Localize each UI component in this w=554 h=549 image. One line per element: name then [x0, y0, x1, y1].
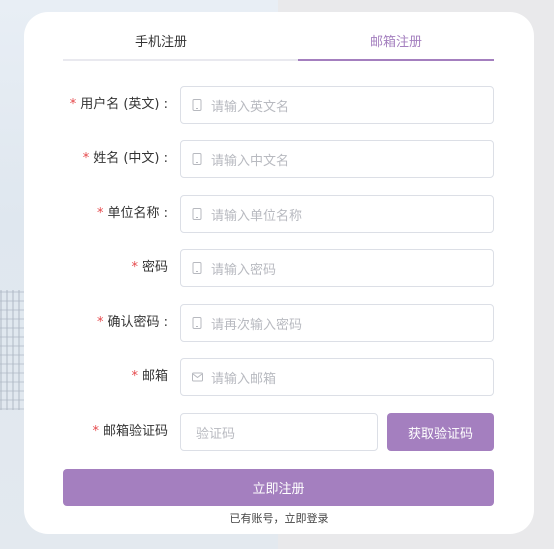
field-label-email-code: * 邮箱验证码 — [92, 424, 168, 439]
email-placeholder: 请输入邮箱 — [211, 371, 277, 387]
password-placeholder: 请输入密码 — [211, 262, 277, 278]
tab-phone-register[interactable]: 手机注册 — [63, 30, 259, 62]
tab-email-register[interactable]: 邮箱注册 — [298, 30, 494, 62]
password-input[interactable]: 请输入密码 — [180, 249, 494, 287]
phone-icon — [192, 153, 203, 165]
field-label-email: * 邮箱 — [131, 369, 168, 384]
field-label-password: * 密码 — [131, 260, 168, 275]
chinese-name-input[interactable]: 请输入中文名 — [180, 140, 494, 178]
field-label-confirm-password: * 确认密码 : — [96, 315, 168, 330]
field-label-organization: * 单位名称 : — [96, 206, 168, 221]
email-code-input[interactable]: 验证码 — [180, 413, 378, 451]
form-row-email: * 邮箱 请输入邮箱 — [24, 358, 534, 396]
phone-icon — [192, 99, 203, 111]
form-row-confirm-password: * 确认密码 : 请再次输入密码 — [24, 304, 534, 342]
form-row-password: * 密码 请输入密码 — [24, 249, 534, 287]
field-label-username: * 用户名 (英文) : — [69, 97, 168, 112]
form-row-chinese-name: * 姓名 (中文) : 请输入中文名 — [24, 140, 534, 178]
get-code-button[interactable]: 获取验证码 — [387, 413, 494, 451]
form-row-email-code: * 邮箱验证码 验证码 获取验证码 — [24, 413, 534, 451]
mail-icon — [192, 371, 203, 383]
organization-input[interactable]: 请输入单位名称 — [180, 195, 494, 233]
phone-icon — [192, 208, 203, 220]
organization-placeholder: 请输入单位名称 — [211, 208, 303, 224]
phone-icon — [192, 262, 203, 274]
required-mark: * — [69, 97, 77, 112]
chinese-name-placeholder: 请输入中文名 — [211, 153, 290, 169]
register-submit-button[interactable]: 立即注册 — [63, 469, 494, 506]
email-input[interactable]: 请输入邮箱 — [180, 358, 494, 396]
username-placeholder: 请输入英文名 — [211, 99, 290, 115]
form-row-username: * 用户名 (英文) : 请输入英文名 — [24, 86, 534, 124]
login-link[interactable]: 已有账号，立即登录 — [24, 510, 534, 526]
phone-icon — [192, 317, 203, 329]
confirm-password-input[interactable]: 请再次输入密码 — [180, 304, 494, 342]
tab-active-indicator — [298, 59, 494, 61]
register-card: 手机注册 邮箱注册 * 用户名 (英文) : 请输入英文名 * 姓名 (中文) : … — [24, 12, 534, 534]
confirm-password-placeholder: 请再次输入密码 — [211, 317, 303, 333]
field-label-chinese-name: * 姓名 (中文) : — [82, 151, 168, 166]
username-input[interactable]: 请输入英文名 — [180, 86, 494, 124]
register-tabs: 手机注册 邮箱注册 — [63, 30, 494, 62]
email-code-placeholder: 验证码 — [196, 426, 236, 442]
form-row-organization: * 单位名称 : 请输入单位名称 — [24, 195, 534, 233]
